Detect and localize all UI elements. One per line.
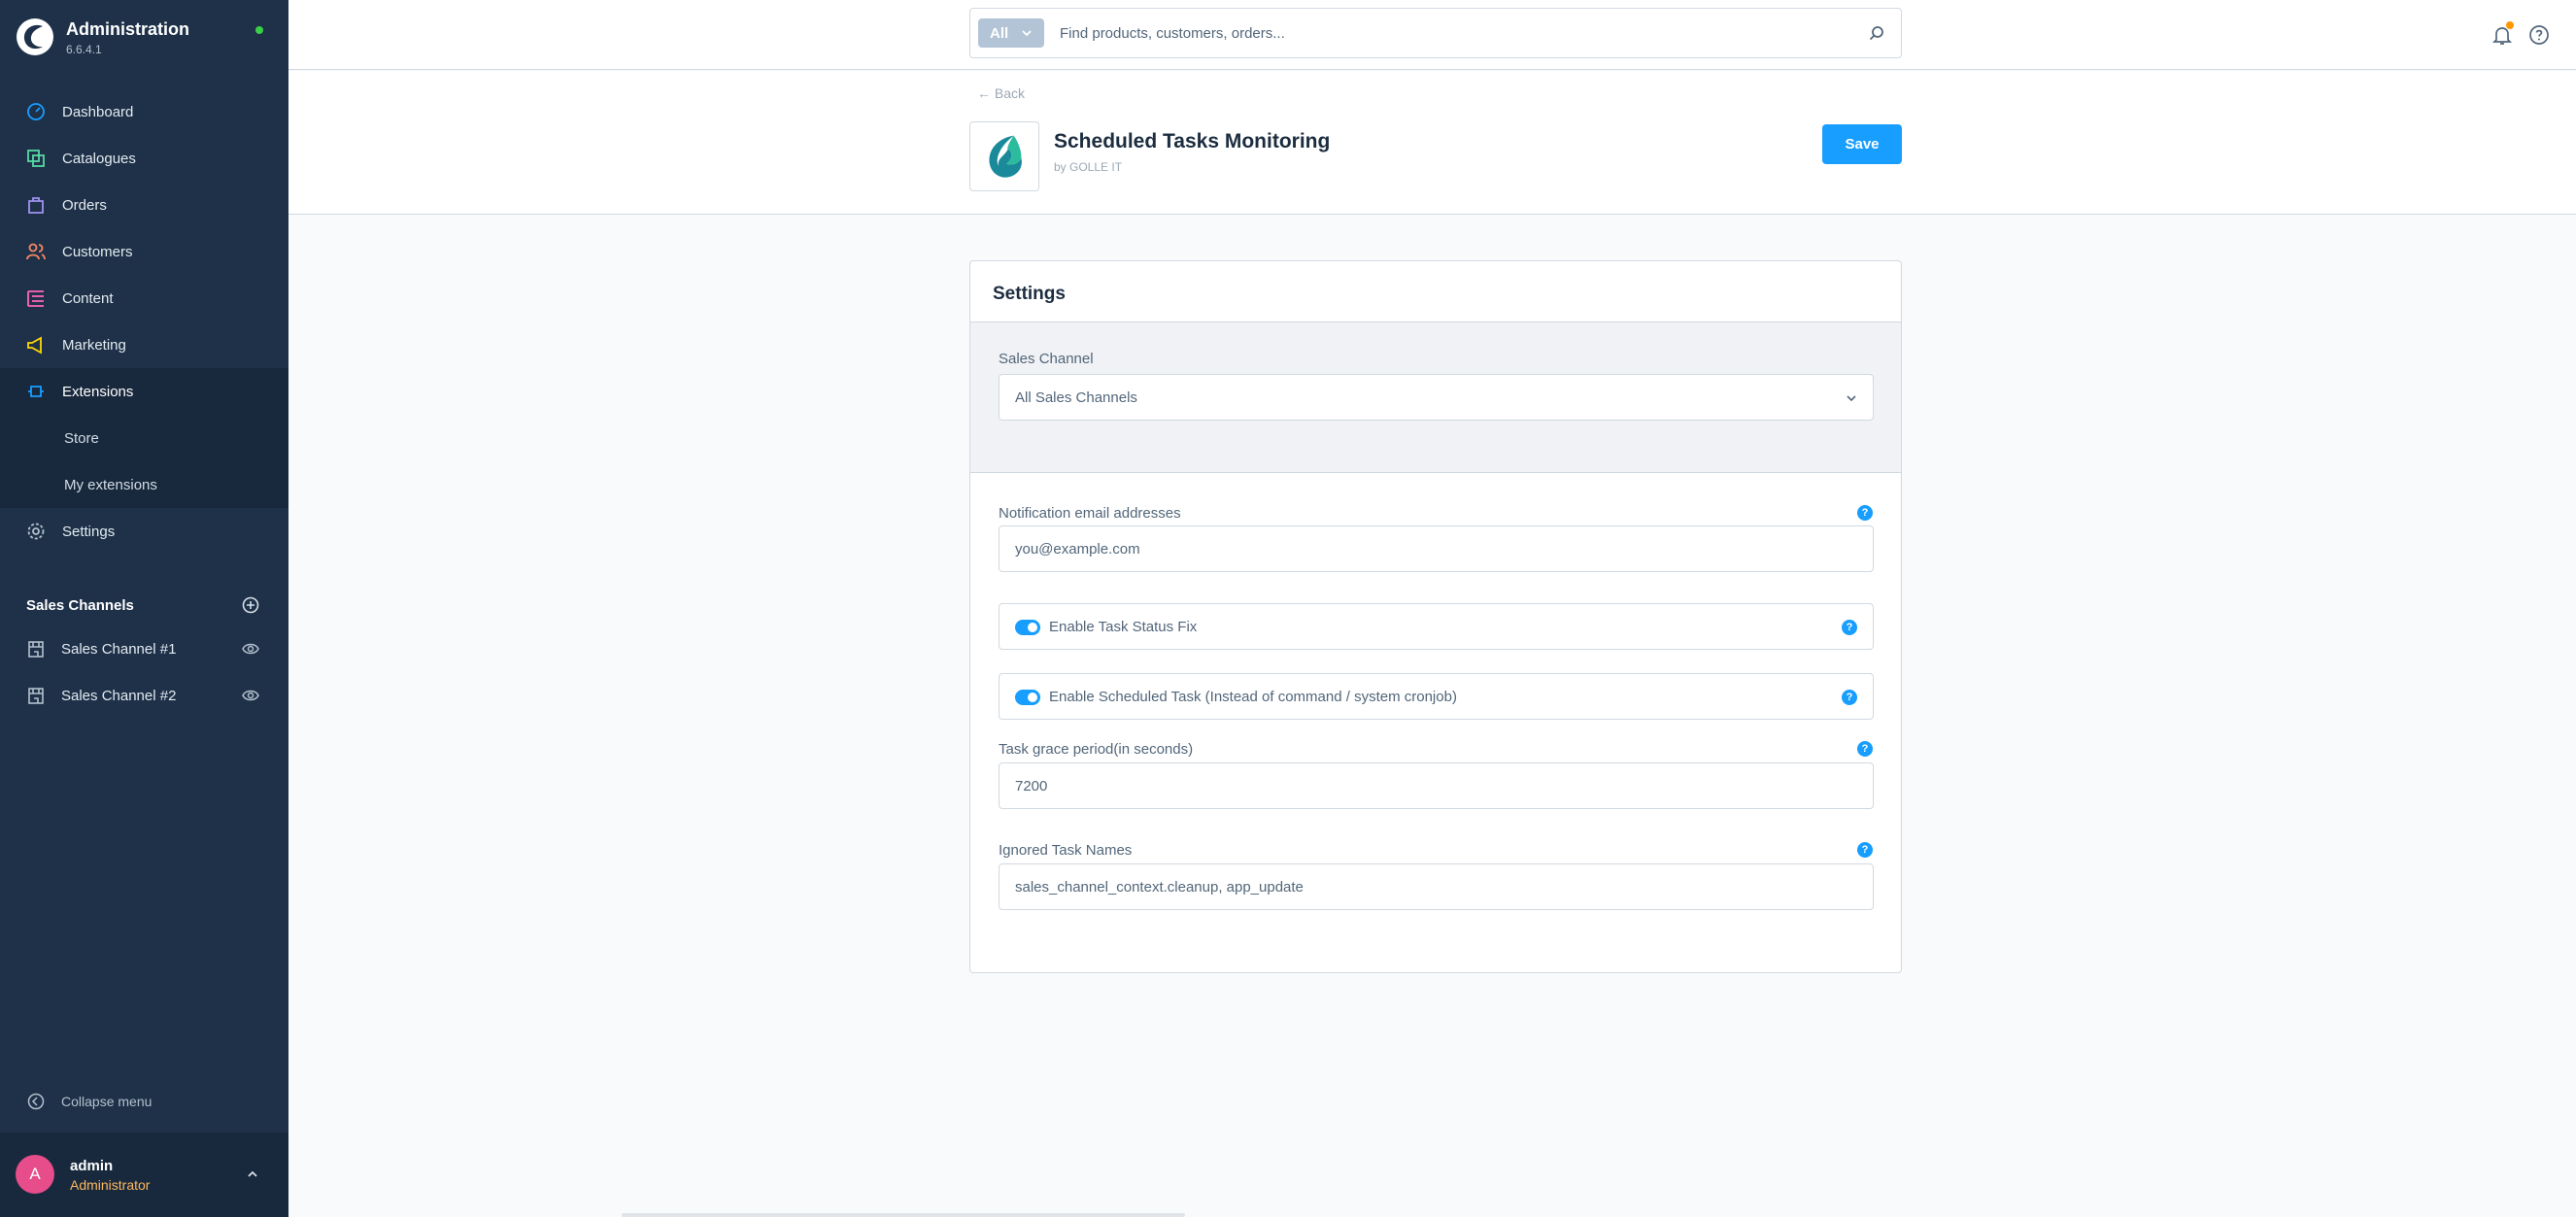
content-icon [27,290,44,307]
help-icon[interactable]: ? [1842,690,1857,705]
plugin-logo [969,121,1039,191]
extensions-icon [28,386,44,397]
collapse-menu-button[interactable]: Collapse menu [26,1090,152,1113]
sidebar-item-label: Content [62,289,114,307]
card-title: Settings [993,284,1066,304]
sidebar-item-label: Customers [62,243,133,260]
sidebar-item-label: Settings [62,523,116,540]
email-field[interactable] [999,525,1874,572]
help-icon[interactable]: ? [1842,620,1857,635]
catalogues-icon [27,150,45,167]
plugin-logo-icon [989,135,1022,178]
sales-channel-value: All Sales Channels [1015,389,1137,406]
eye-icon[interactable] [242,640,259,658]
ignored-tasks-field[interactable] [999,863,1874,910]
back-link[interactable]: ← Back [977,85,1025,101]
help-icon[interactable]: ? [1857,842,1873,858]
avatar: A [16,1155,54,1194]
sales-channel-select[interactable]: All Sales Channels [999,374,1874,421]
sidebar-item-my-extensions[interactable]: My extensions [0,461,288,508]
search-icon[interactable] [1868,24,1885,42]
task-status-fix-toggle[interactable]: Enable Task Status Fix ? [999,603,1874,650]
sidebar-item-customers[interactable]: Customers [0,228,288,275]
toggle-switch[interactable] [1015,620,1040,635]
sidebar-item-sales-channel-2[interactable]: Sales Channel #2 [26,681,259,710]
sidebar-item-label: Marketing [62,336,126,354]
sidebar-item-marketing[interactable]: Marketing [0,321,288,368]
plugin-author: by GOLLE IT [1054,160,1123,174]
settings-card: Settings Sales Channel All Sales Channel… [969,260,1902,973]
sales-channel-label: Sales Channel [999,351,1094,367]
sidebar-item-extensions[interactable]: Extensions [0,368,288,415]
sidebar-item-store[interactable]: Store [0,415,288,461]
sales-channels-header: Sales Channels [26,594,259,616]
collapse-icon [27,1093,45,1110]
toggle-label: Enable Task Status Fix [1049,619,1198,635]
scroll-shadow [622,1213,1185,1217]
dashboard-icon [27,103,45,120]
notification-badge [2506,21,2514,29]
search-type-select[interactable]: All [978,18,1044,48]
scheduled-task-toggle[interactable]: Enable Scheduled Task (Instead of comman… [999,673,1874,720]
sidebar-item-content[interactable]: Content [0,275,288,321]
user-role: Administrator [70,1177,151,1193]
sidebar-item-settings[interactable]: Settings [0,508,288,555]
chevron-down-icon [1022,30,1032,37]
help-icon[interactable]: ? [1857,505,1873,521]
sidebar-item-label: Catalogues [62,150,136,167]
page-title: Scheduled Tasks Monitoring [1054,130,1331,152]
chevron-up-icon[interactable] [246,1167,259,1181]
app-title: Administration [66,19,190,39]
sidebar-item-catalogues[interactable]: Catalogues [0,135,288,182]
sidebar-item-orders[interactable]: Orders [0,182,288,228]
email-label: Notification email addresses [999,505,1181,522]
main-nav: Dashboard Catalogues Orders Customers Co… [0,88,288,555]
gear-icon [27,523,45,540]
search-input[interactable] [1060,18,1837,48]
collapse-menu-label: Collapse menu [61,1094,153,1109]
save-button[interactable]: Save [1822,124,1902,164]
user-menu[interactable]: A admin Administrator [0,1132,288,1217]
brand: Administration 6.6.4.1 [16,16,273,60]
app-version: 6.6.4.1 [66,43,102,56]
eye-icon[interactable] [242,687,259,704]
sidebar-item-dashboard[interactable]: Dashboard [0,88,288,135]
sidebar-item-label: Orders [62,196,107,214]
shopware-logo-icon [17,18,53,55]
status-indicator [255,26,263,34]
sidebar-item-label: Extensions [62,383,134,400]
ignored-tasks-label: Ignored Task Names [999,842,1133,859]
sales-channel-label: Sales Channel #1 [61,640,177,658]
storefront-icon [28,641,44,658]
chevron-down-icon [1847,395,1856,402]
sidebar-item-sales-channel-1[interactable]: Sales Channel #1 [26,634,259,663]
topbar: All [288,0,2576,70]
sales-channels-title: Sales Channels [26,596,134,614]
add-sales-channel-icon[interactable] [242,596,259,614]
storefront-icon [28,688,44,704]
sales-channel-label: Sales Channel #2 [61,687,177,704]
help-icon[interactable]: ? [1857,741,1873,757]
sidebar-item-label: Dashboard [62,103,134,120]
customers-icon [26,243,46,260]
orders-icon [28,197,44,214]
toggle-label: Enable Scheduled Task (Instead of comman… [1049,689,1457,705]
marketing-icon [27,336,42,355]
page-header: ← Back Scheduled Tasks Monitoring by GOL… [288,71,2576,215]
global-search: All [969,8,1902,58]
help-icon[interactable] [2527,23,2551,47]
grace-period-label: Task grace period(in seconds) [999,741,1194,758]
toggle-switch[interactable] [1015,690,1040,705]
search-type-label: All [990,24,1009,42]
sidebar: Administration 6.6.4.1 Dashboard Catalog… [0,0,288,1217]
user-name: admin [70,1158,114,1174]
grace-period-field[interactable] [999,762,1874,809]
sales-channel-panel: Sales Channel All Sales Channels [970,322,1901,473]
